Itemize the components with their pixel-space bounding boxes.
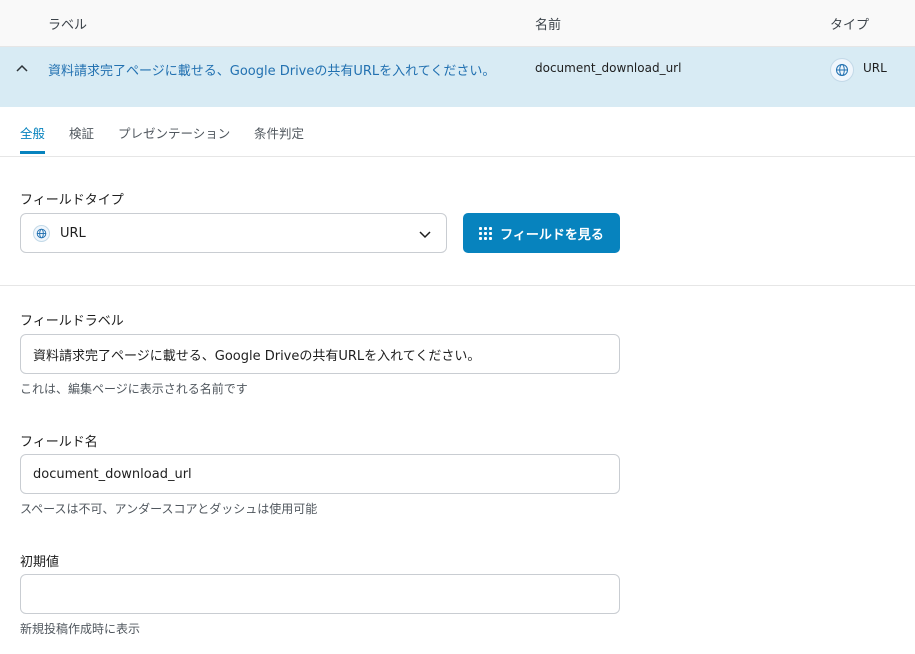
default-value-help: 新規投稿作成時に表示 bbox=[20, 622, 141, 636]
field-row-type: URL bbox=[863, 61, 887, 75]
tab-general[interactable]: 全般 bbox=[20, 123, 45, 142]
browse-fields-label: フィールドを見る bbox=[500, 227, 604, 243]
header-name: 名前 bbox=[535, 18, 562, 33]
chevron-down-icon bbox=[419, 231, 431, 239]
field-type-value: URL bbox=[60, 226, 86, 241]
table-header: ラベル 名前 タイプ bbox=[0, 0, 915, 47]
grid-icon bbox=[479, 226, 493, 240]
field-type-select[interactable]: URL bbox=[20, 213, 447, 253]
tab-conditional-logic[interactable]: 条件判定 bbox=[254, 123, 304, 142]
field-row-label[interactable]: 資料請求完了ページに載せる、Google Driveの共有URLを入れてください… bbox=[48, 60, 495, 79]
globe-icon bbox=[33, 225, 50, 242]
tab-presentation[interactable]: プレゼンテーション bbox=[118, 123, 230, 142]
field-name-input[interactable]: document_download_url bbox=[20, 454, 620, 494]
tab-validation[interactable]: 検証 bbox=[69, 123, 94, 142]
header-type: タイプ bbox=[830, 18, 870, 33]
default-value-input[interactable] bbox=[20, 574, 620, 614]
field-row-name: document_download_url bbox=[535, 61, 682, 75]
field-name-label: フィールド名 bbox=[20, 435, 98, 450]
chevron-up-icon[interactable] bbox=[14, 61, 30, 77]
globe-icon bbox=[830, 58, 854, 82]
field-name-help: スペースは不可、アンダースコアとダッシュは使用可能 bbox=[20, 502, 318, 516]
field-row[interactable]: 資料請求完了ページに載せる、Google Driveの共有URLを入れてください… bbox=[0, 47, 915, 107]
browse-fields-button[interactable]: フィールドを見る bbox=[463, 213, 620, 253]
field-label-label: フィールドラベル bbox=[20, 314, 124, 329]
settings-tabs: 全般 検証 プレゼンテーション 条件判定 bbox=[0, 107, 915, 157]
field-label-help: これは、編集ページに表示される名前です bbox=[20, 382, 248, 396]
default-value-label: 初期値 bbox=[20, 555, 60, 570]
header-label: ラベル bbox=[48, 18, 88, 33]
field-label-input[interactable]: 資料請求完了ページに載せる、Google Driveの共有URLを入れてください… bbox=[20, 334, 620, 374]
field-type-label: フィールドタイプ bbox=[20, 193, 124, 208]
active-tab-indicator bbox=[20, 151, 45, 154]
